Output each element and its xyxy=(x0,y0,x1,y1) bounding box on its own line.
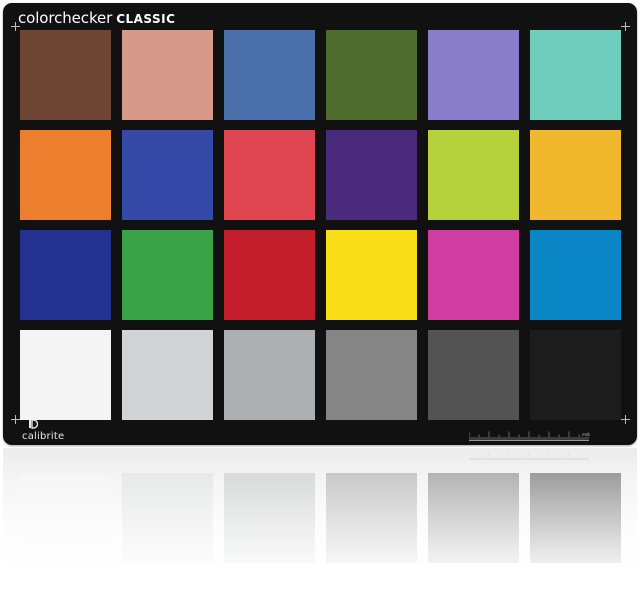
brand-word-classic: CLASSIC xyxy=(116,12,176,26)
patch-green xyxy=(122,230,213,320)
patch-blue-sky xyxy=(224,30,315,120)
patch-neutral-5 xyxy=(326,330,417,420)
card-reflection xyxy=(3,448,637,593)
patch-purple xyxy=(326,130,417,220)
patch-blue-flower xyxy=(428,30,519,120)
crosshair-bottom-left-icon xyxy=(11,415,20,424)
patch-red xyxy=(224,230,315,320)
patch-black xyxy=(530,330,621,420)
patch-moderate-red xyxy=(224,130,315,220)
crosshair-top-right-icon xyxy=(621,22,630,31)
calibrite-logo-icon xyxy=(29,419,38,429)
patch-light-skin xyxy=(122,30,213,120)
patch-white xyxy=(20,330,111,420)
colorchecker-card: colorchecker CLASSIC calibrite mm xyxy=(3,3,637,445)
brand-word-checker: checker xyxy=(54,9,113,27)
patch-neutral-8 xyxy=(122,330,213,420)
patch-blue xyxy=(20,230,111,320)
calibrite-logo: calibrite xyxy=(21,419,81,445)
crosshair-bottom-right-icon xyxy=(621,415,630,424)
patch-dark-skin xyxy=(20,30,111,120)
patch-yellow-green xyxy=(428,130,519,220)
patch-neutral-6-5 xyxy=(224,330,315,420)
patch-orange xyxy=(20,130,111,220)
patch-magenta xyxy=(428,230,519,320)
patch-grid xyxy=(20,30,621,420)
patch-neutral-3-5 xyxy=(428,330,519,420)
patch-yellow xyxy=(326,230,417,320)
crosshair-top-left-icon xyxy=(11,22,20,31)
patch-orange-yellow xyxy=(530,130,621,220)
patch-bluish-green xyxy=(530,30,621,120)
ruler-unit-label: mm xyxy=(582,432,590,437)
ruler-icon xyxy=(469,431,589,441)
brand-word-color: color xyxy=(18,9,55,27)
patch-foliage xyxy=(326,30,417,120)
colorchecker-photo: colorchecker CLASSIC calibrite mm xyxy=(0,0,640,593)
brand-title: colorchecker CLASSIC xyxy=(18,9,175,28)
calibrite-logo-text: calibrite xyxy=(22,431,65,442)
patch-purplish-blue xyxy=(122,130,213,220)
patch-cyan xyxy=(530,230,621,320)
